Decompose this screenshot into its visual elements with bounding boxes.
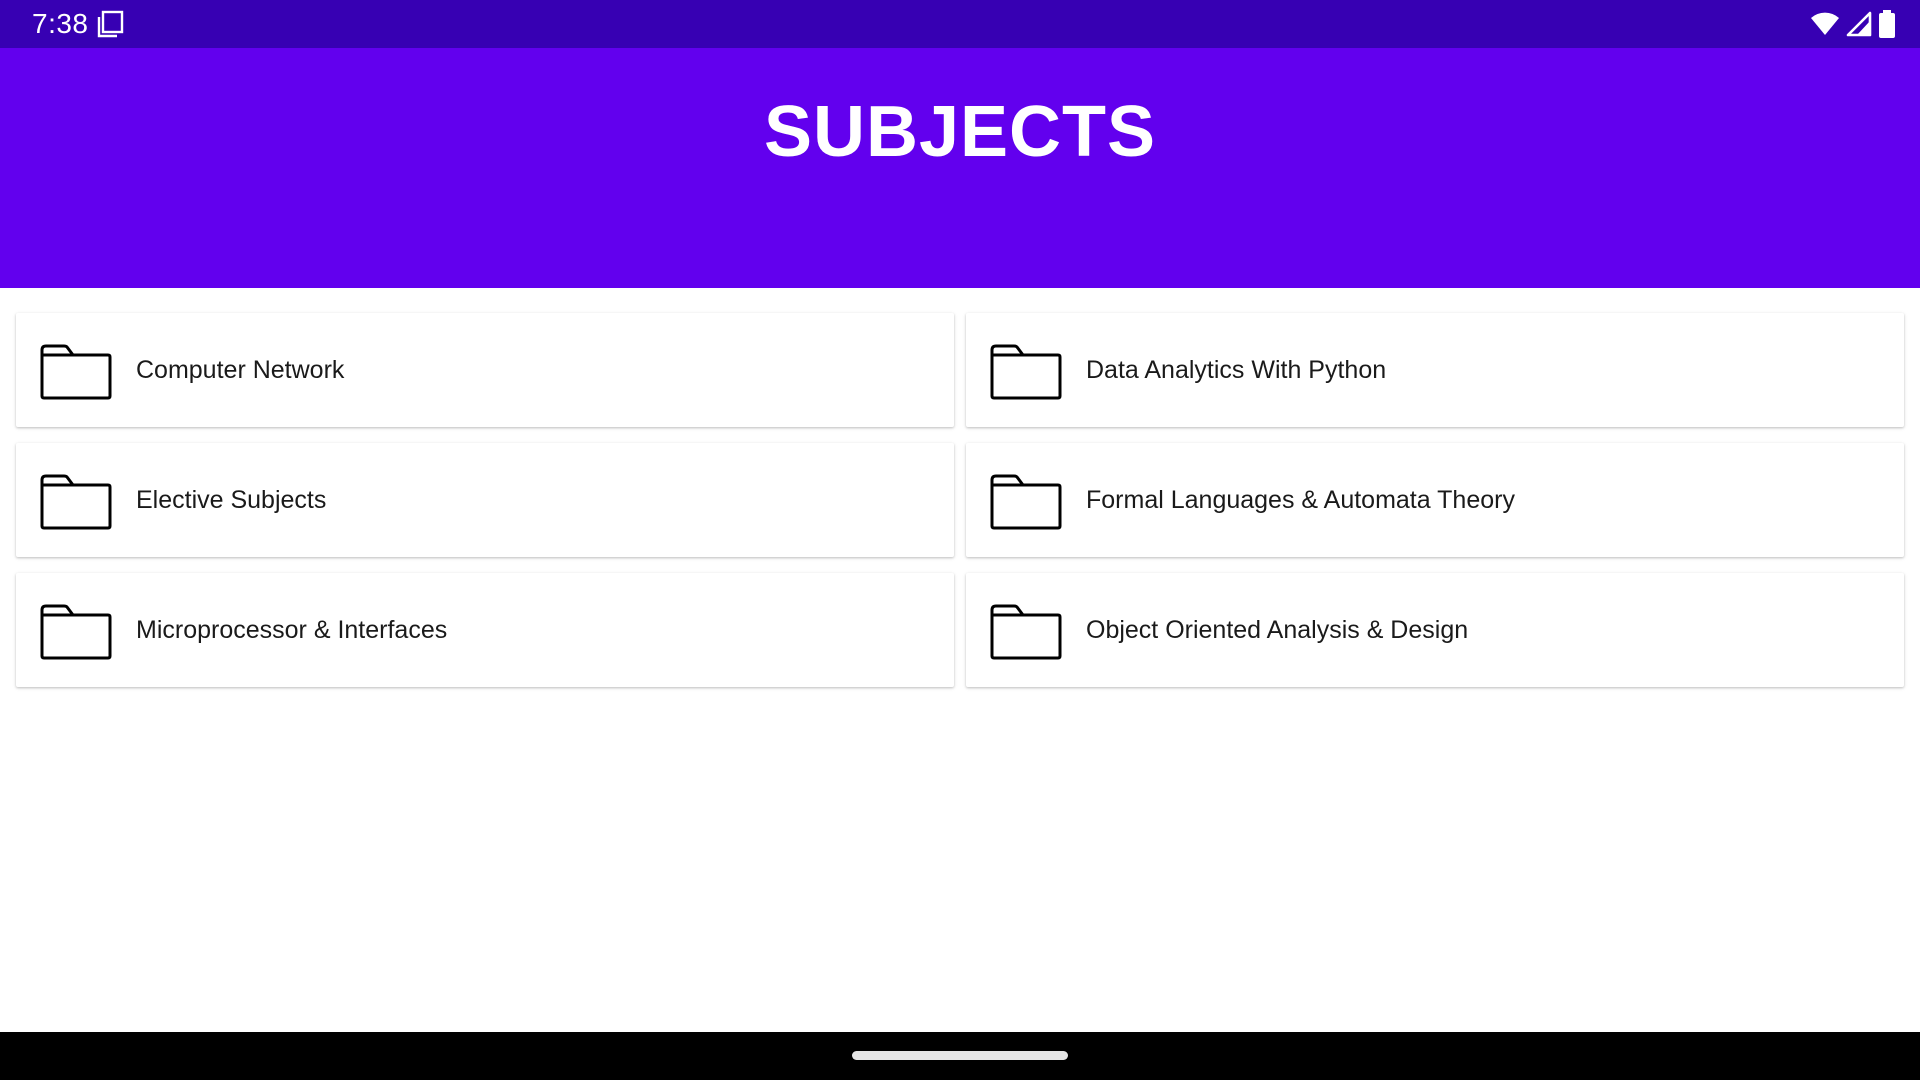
cellular-signal-icon <box>1846 11 1872 37</box>
folder-icon <box>990 600 1062 660</box>
subject-label: Elective Subjects <box>136 485 327 514</box>
subject-label: Data Analytics With Python <box>1086 355 1387 384</box>
folder-icon <box>990 340 1062 400</box>
status-icons <box>1810 10 1896 38</box>
folder-icon <box>40 340 112 400</box>
subject-card-computer-network[interactable]: Computer Network <box>16 313 954 427</box>
app-bar: SUBJECTS <box>0 48 1920 288</box>
folder-icon <box>40 600 112 660</box>
subject-label: Formal Languages & Automata Theory <box>1086 485 1515 514</box>
app-screen: 7:38 SUBJECTS Computer Network Data Anal… <box>0 0 1920 1080</box>
subject-label: Computer Network <box>136 355 345 384</box>
subject-label: Microprocessor & Interfaces <box>136 615 448 644</box>
status-bar: 7:38 <box>0 0 1920 48</box>
navigation-bar <box>0 1032 1920 1080</box>
folder-icon <box>990 470 1062 530</box>
status-time: 7:38 <box>32 8 89 39</box>
subject-card-formal-languages[interactable]: Formal Languages & Automata Theory <box>966 443 1904 557</box>
subject-card-ooad[interactable]: Object Oriented Analysis & Design <box>966 573 1904 687</box>
page-title: SUBJECTS <box>763 92 1157 172</box>
subject-label: Object Oriented Analysis & Design <box>1086 615 1469 644</box>
subjects-grid: Computer Network Data Analytics With Pyt… <box>16 313 1904 687</box>
battery-icon <box>1878 10 1896 38</box>
subject-card-data-analytics-with-python[interactable]: Data Analytics With Python <box>966 313 1904 427</box>
home-gesture-handle[interactable] <box>852 1051 1068 1060</box>
subject-card-elective-subjects[interactable]: Elective Subjects <box>16 443 954 557</box>
wifi-icon <box>1810 11 1840 37</box>
subject-card-microprocessor[interactable]: Microprocessor & Interfaces <box>16 573 954 687</box>
screenshot-icon <box>96 10 124 38</box>
folder-icon <box>40 470 112 530</box>
